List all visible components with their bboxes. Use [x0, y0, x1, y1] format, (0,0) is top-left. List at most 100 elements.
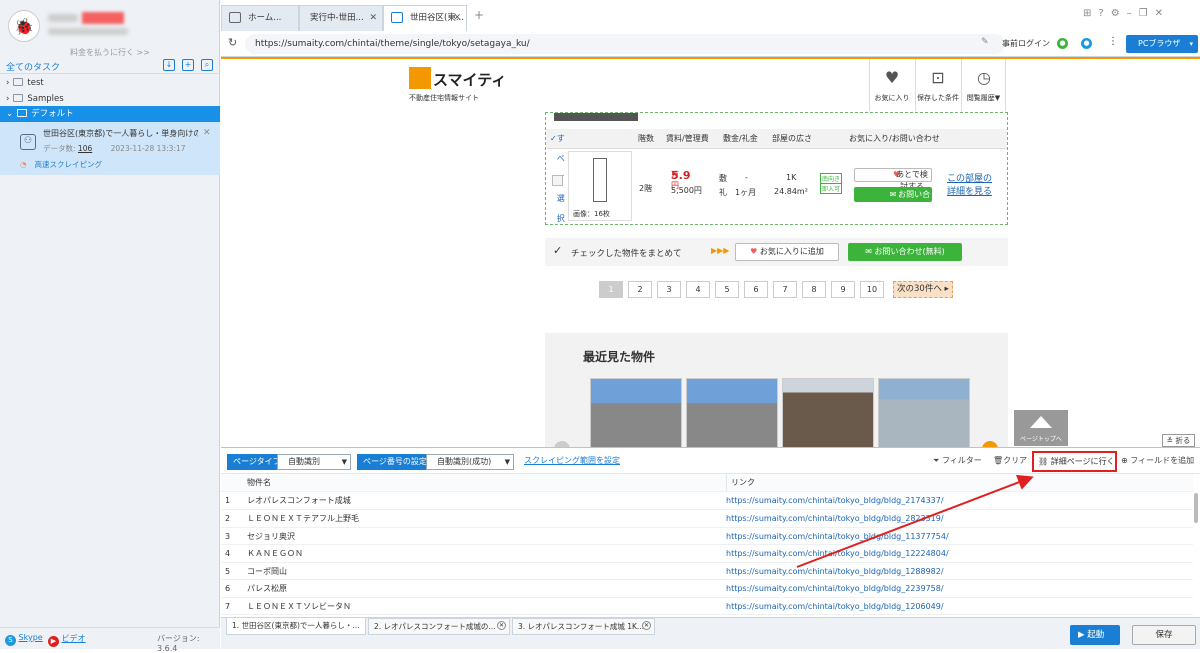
- next-page-button[interactable]: 次の30件へ ▸: [893, 281, 953, 298]
- col-rent: 賃料/管理費: [666, 134, 709, 143]
- floorplan-image[interactable]: 画像：16枚: [568, 151, 632, 221]
- page-button[interactable]: 7: [773, 281, 797, 298]
- folder-open-icon: [17, 109, 28, 117]
- page-button[interactable]: 6: [744, 281, 768, 298]
- inquiry-button[interactable]: ✉ お問い合わせ: [854, 187, 932, 214]
- property-thumbnail[interactable]: [590, 378, 682, 447]
- page-button[interactable]: 10: [860, 281, 884, 298]
- step-tab-1[interactable]: 1. 世田谷区(東京都)で一人暮らし・...: [226, 618, 366, 635]
- page-button[interactable]: 2: [628, 281, 652, 298]
- table-scrollbar[interactable]: [1194, 493, 1198, 523]
- tab-setagaya[interactable]: 世田谷区(東... ✕: [383, 5, 467, 31]
- nav-favorites[interactable]: ♥ お気に入り: [869, 59, 914, 111]
- folder-test[interactable]: › test: [0, 75, 220, 91]
- pay-link[interactable]: 料金を払うに行く >>: [0, 47, 220, 58]
- page-button[interactable]: 8: [802, 281, 826, 298]
- close-icon[interactable]: ✕: [369, 6, 377, 30]
- key-money-value: 1ヶ月: [735, 188, 757, 197]
- page-button[interactable]: 3: [657, 281, 681, 298]
- col-fav-inquiry: お気に入り/お問い合わせ: [849, 134, 940, 143]
- filter-button[interactable]: ⏷ フィルター: [933, 455, 982, 466]
- folder-samples[interactable]: › Samples: [0, 91, 220, 107]
- page-button[interactable]: 4: [686, 281, 710, 298]
- scrape-range-link[interactable]: スクレイピング範囲を設定: [524, 455, 620, 466]
- all-tasks-label[interactable]: 全てのタスク: [6, 60, 60, 73]
- gift-icon[interactable]: ⊞: [1083, 8, 1098, 19]
- skype-link[interactable]: S Skype: [5, 633, 43, 646]
- close-icon[interactable]: ✕: [497, 621, 506, 630]
- consider-later-button[interactable]: ♥ あとで検討する: [854, 168, 932, 191]
- pc-browser-button[interactable]: PCブラウザ ▾: [1126, 35, 1198, 53]
- folder-default[interactable]: ⌄ デフォルト: [0, 106, 220, 122]
- page-button[interactable]: 5: [715, 281, 739, 298]
- video-link[interactable]: ▶ ビデオ: [48, 633, 86, 647]
- bulk-action-bar: ✓ チェックした物件をまとめて ▶▶▶ ♥ お気に入りに追加 ✉ お問い合わせ(…: [545, 238, 1008, 266]
- clear-button[interactable]: 🗑クリア: [993, 455, 1027, 466]
- nav-history[interactable]: ◷ 閲覧履歴▼: [961, 59, 1006, 111]
- address-bar: ↻ https://sumaity.com/chintai/theme/sing…: [221, 31, 1200, 57]
- table-row[interactable]: 1 レオパレスコンフォート成城 https://sumaity.com/chinta…: [221, 492, 1193, 510]
- speedometer-icon: ◔: [20, 160, 27, 169]
- new-folder-icon[interactable]: +: [182, 59, 194, 71]
- page-number-select[interactable]: 自動識別(成功) ▼: [426, 454, 514, 470]
- row-checkbox[interactable]: [552, 175, 563, 186]
- property-thumbnail[interactable]: [686, 378, 778, 447]
- data-count-link[interactable]: 106: [78, 144, 92, 153]
- step-tab-2[interactable]: 2. レオパレスコンフォート成城の... ✕: [368, 618, 510, 635]
- page-button[interactable]: 9: [831, 281, 855, 298]
- bulk-fav-button[interactable]: ♥ お気に入りに追加: [735, 243, 839, 261]
- key-money-label: 礼: [719, 188, 727, 197]
- save-button[interactable]: 保存: [1132, 625, 1196, 645]
- new-tab-icon[interactable]: +: [474, 8, 484, 22]
- sumaity-logo[interactable]: スマイティ: [433, 69, 506, 90]
- minimize-icon[interactable]: –: [1127, 8, 1139, 19]
- plus-circle-icon: ⊕: [1121, 456, 1128, 465]
- account-icon[interactable]: ●: [1081, 38, 1092, 49]
- task-item[interactable]: ⚇ 世田谷区(東京都)で一人暮らし・単身向けの... ✕ データ数: 106 2…: [0, 122, 220, 175]
- table-row[interactable]: 6 パレス松原 https://sumaity.com/chintai/tokyo_…: [221, 580, 1193, 598]
- select-all-link[interactable]: ✓ すべて選択: [550, 129, 565, 223]
- fold-button[interactable]: ≚ 折る: [1162, 434, 1195, 447]
- tab-home[interactable]: ホーム...: [221, 5, 299, 31]
- import-icon[interactable]: ↓: [163, 59, 175, 71]
- table-row[interactable]: 3 セジョリ奥沢 https://sumaity.com/chintai/tokyo…: [221, 528, 1193, 545]
- tab-running[interactable]: 実行中-世田... ✕: [299, 5, 383, 31]
- goto-detail-page-button[interactable]: ⛓ 詳細ページに行く: [1032, 451, 1117, 472]
- reload-icon[interactable]: ↻: [228, 36, 237, 49]
- table-row[interactable]: 4 ＫＡＮＥＧＯＮ https://sumaity.com/chintai/toky…: [221, 545, 1193, 563]
- sumaity-logo-icon[interactable]: [409, 67, 431, 89]
- bulk-inquiry-button[interactable]: ✉ お問い合わせ(無料): [848, 243, 962, 261]
- close-icon[interactable]: ✕: [642, 621, 651, 630]
- maximize-icon[interactable]: ❐: [1139, 8, 1155, 19]
- settings-icon[interactable]: ⚙: [1111, 8, 1127, 19]
- clock-icon: ◷: [977, 68, 991, 87]
- search-task-icon[interactable]: ⌕: [201, 59, 213, 71]
- user-avatar[interactable]: 🐞: [8, 10, 40, 42]
- property-thumbnail[interactable]: [878, 378, 970, 447]
- run-button[interactable]: ▶ 起動: [1070, 625, 1120, 645]
- pre-login-button[interactable]: 事前ログイン: [1002, 38, 1050, 49]
- table-row[interactable]: 7 ＬＥＯＮＥＸＴソレビータＮ https://sumaity.com/chinta…: [221, 598, 1193, 615]
- close-window-icon[interactable]: ✕: [1155, 8, 1170, 19]
- help-icon[interactable]: ?: [1098, 8, 1110, 19]
- col-property-name[interactable]: 物件名: [247, 474, 271, 491]
- detail-link[interactable]: 詳細を見る: [947, 184, 992, 197]
- page-type-select[interactable]: 自動識別 ▼: [277, 454, 351, 470]
- detail-link[interactable]: この部屋の: [947, 171, 992, 184]
- url-input[interactable]: https://sumaity.com/chintai/theme/single…: [245, 34, 1005, 54]
- nav-saved-conditions[interactable]: ⊡ 保存した条件: [915, 59, 960, 111]
- edit-icon[interactable]: ✎: [981, 37, 989, 47]
- property-thumbnail[interactable]: [782, 378, 874, 447]
- col-link[interactable]: リンク: [726, 474, 755, 491]
- table-row[interactable]: 5 コーポ岡山 https://sumaity.com/chintai/tokyo_…: [221, 563, 1193, 580]
- table-row[interactable]: 2 ＬＥＯＮＥＸＴテアフル上野毛 https://sumaity.com/chint…: [221, 510, 1193, 528]
- listing-card: ✓ すべて選択 階数 賃料/管理費 敷金/礼金 部屋の広さ お気に入り/お問い合…: [545, 112, 1008, 225]
- step-tab-3[interactable]: 3. レオパレスコンフォート成城 1K... ✕: [512, 618, 655, 635]
- close-icon[interactable]: ✕: [203, 128, 211, 138]
- page-button[interactable]: 1: [599, 281, 623, 298]
- close-icon[interactable]: ✕: [453, 6, 461, 30]
- extension-icon[interactable]: ●: [1057, 38, 1068, 49]
- page-top-button[interactable]: ページトップへ: [1014, 410, 1068, 446]
- add-field-button[interactable]: ⊕ フィールドを追加: [1121, 455, 1194, 466]
- more-menu-icon[interactable]: ⋮: [1108, 36, 1118, 47]
